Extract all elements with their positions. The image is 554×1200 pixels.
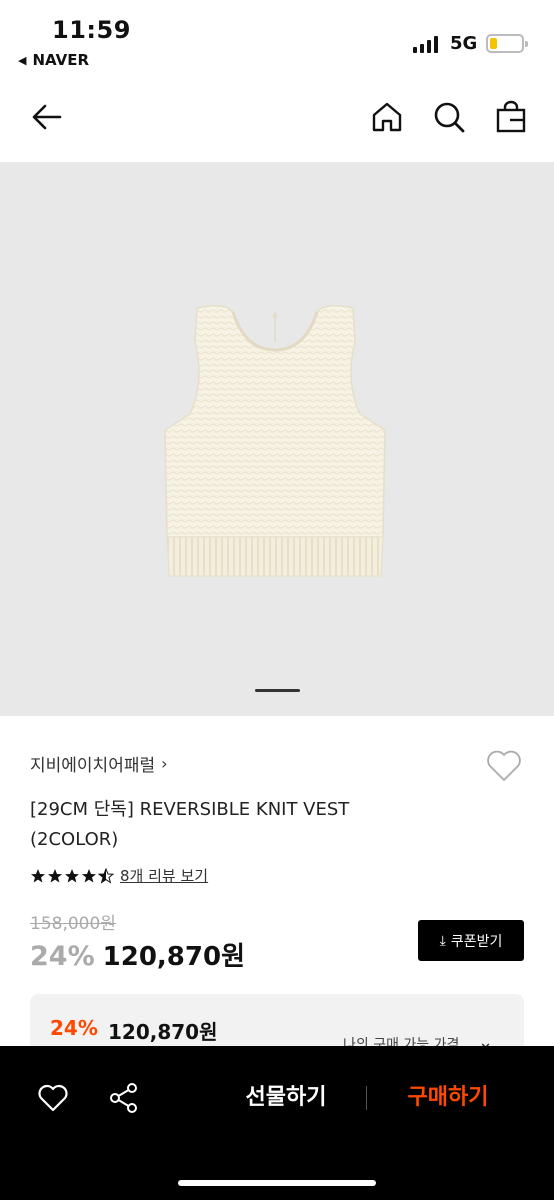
heart-icon[interactable] <box>484 746 524 784</box>
network-type: 5G <box>450 33 478 54</box>
coupon-button[interactable]: ⤓ 쿠폰받기 <box>418 920 524 961</box>
my-price-discount: 24% <box>50 1016 98 1040</box>
product-image-gallery[interactable] <box>0 162 554 716</box>
share-icon[interactable] <box>107 1081 141 1115</box>
rating-row: 8개 리뷰 보기 <box>30 865 208 886</box>
download-icon: ⤓ <box>439 932 446 949</box>
nav-bar <box>0 80 554 162</box>
discount-rate: 24% <box>30 941 95 972</box>
gallery-pager-indicator <box>255 689 300 692</box>
star-icon <box>48 868 62 882</box>
search-icon[interactable] <box>432 100 466 134</box>
gift-button[interactable]: 선물하기 <box>232 1080 340 1116</box>
coupon-button-label: 쿠폰받기 <box>450 933 503 950</box>
battery-icon <box>486 34 528 53</box>
heart-icon[interactable] <box>36 1081 70 1115</box>
price-row: 24% 120,870원 <box>30 936 245 973</box>
review-link[interactable]: 8개 리뷰 보기 <box>120 865 208 886</box>
back-to-app-link[interactable]: ◀ NAVER <box>18 51 89 69</box>
knit-vest-image <box>164 305 386 577</box>
back-app-label: NAVER <box>32 51 90 69</box>
status-bar: 11:59 ◀ NAVER 5G <box>0 0 554 80</box>
shopping-bag-icon[interactable] <box>494 100 528 134</box>
star-icon <box>31 868 45 882</box>
divider <box>366 1086 367 1110</box>
home-icon[interactable] <box>370 100 404 134</box>
arrow-left-icon[interactable] <box>30 100 64 134</box>
buy-button[interactable]: 구매하기 <box>394 1080 502 1116</box>
star-icon <box>65 868 79 882</box>
home-indicator <box>178 1180 376 1186</box>
original-price: 158,000원 <box>30 914 116 934</box>
back-triangle-icon: ◀ <box>18 53 27 67</box>
product-title: [29CM 단독] REVERSIBLE KNIT VEST (2COLOR) <box>30 799 350 850</box>
chevron-right-icon: › <box>161 754 168 773</box>
star-rating <box>30 867 114 884</box>
half-star-icon <box>98 867 114 884</box>
sale-price: 120,870원 <box>102 942 245 972</box>
status-time: 11:59 <box>52 16 131 44</box>
my-price-amount: 120,870원 <box>108 1020 218 1044</box>
bottom-action-bar: 선물하기 구매하기 <box>0 1046 554 1200</box>
brand-name: 지비에이치어패럴 <box>30 756 156 776</box>
star-icon <box>82 868 96 882</box>
brand-link[interactable]: 지비에이치어패럴 › <box>30 751 168 776</box>
signal-icon <box>413 35 438 53</box>
